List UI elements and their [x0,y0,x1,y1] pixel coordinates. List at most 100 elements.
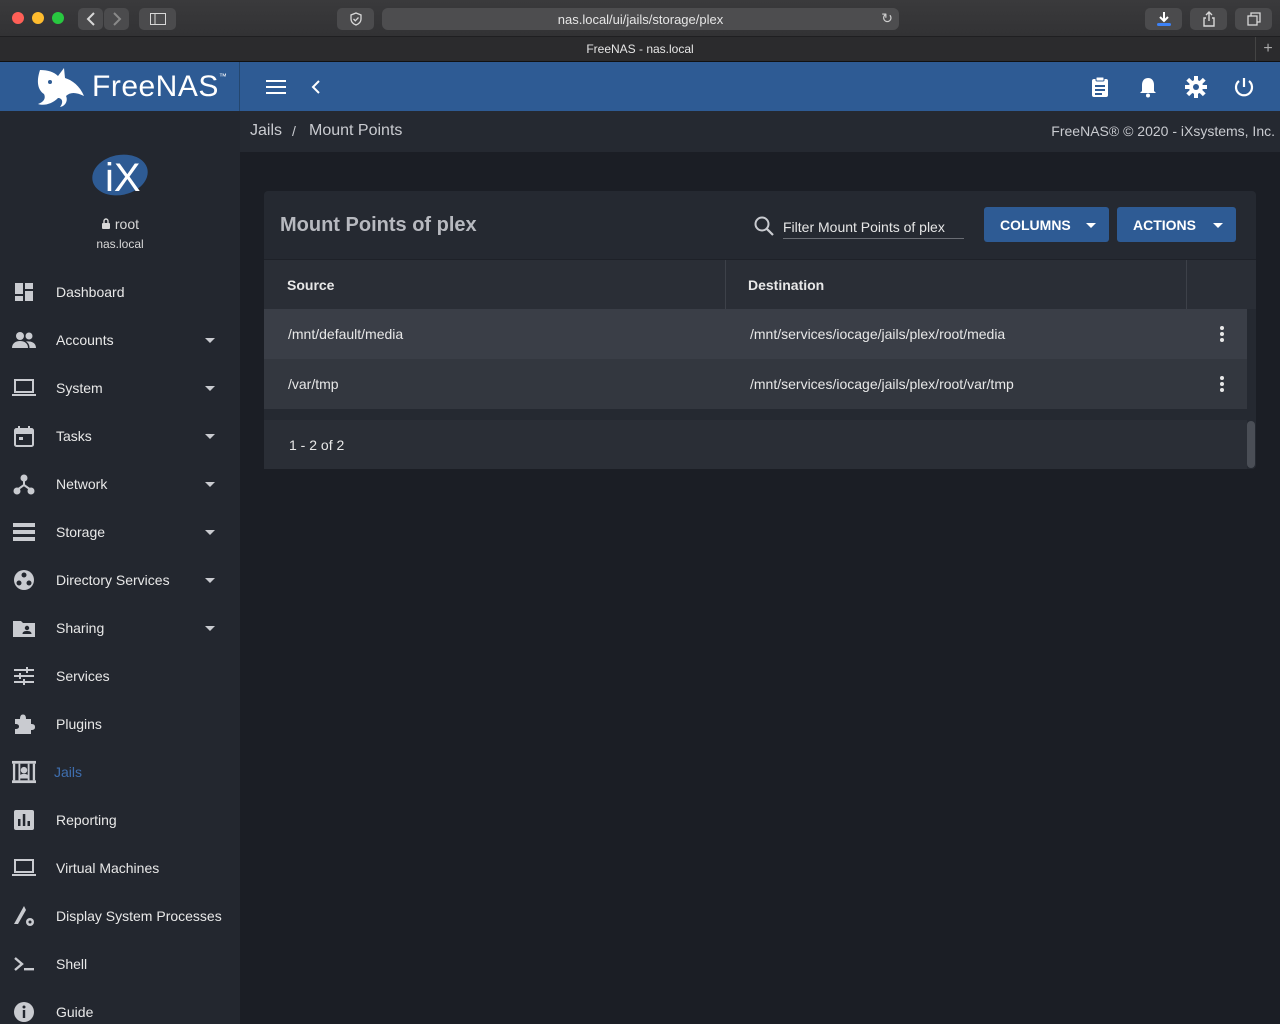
privacy-shield-button[interactable] [337,8,374,30]
caret-down-icon [1213,223,1223,228]
laptop-icon [12,376,36,400]
caret-down-icon [205,529,215,535]
column-divider[interactable] [1186,260,1187,310]
sidebar-item-label: Storage [56,524,106,540]
hostname: nas.local [96,237,144,251]
actions-button-label: ACTIONS [1133,216,1196,233]
power-button[interactable] [1233,76,1255,98]
username-text: root [114,216,139,232]
table-scrollbar[interactable] [1247,421,1255,468]
sidebar-item-network[interactable]: Network [0,460,240,508]
task-manager-button[interactable] [1089,76,1111,98]
address-bar[interactable]: nas.local/ui/jails/storage/plex ↻ [382,8,899,30]
back-button[interactable] [78,8,103,30]
menu-toggle-button[interactable] [265,76,287,98]
sidebar-item-tasks[interactable]: Tasks [0,412,240,460]
reload-icon[interactable]: ↻ [881,10,893,27]
alerts-button[interactable] [1137,76,1159,98]
sidebar-item-jails[interactable]: Jails [0,748,240,796]
sidebar-toggle-button[interactable] [139,8,176,30]
browser-tab-title[interactable]: FreeNAS - nas.local [586,42,693,56]
sidebar-item-label: Directory Services [56,572,170,588]
sidebar-item-label: Services [56,668,110,684]
trademark: ™ [218,72,227,81]
sidebar-item-dashboard[interactable]: Dashboard [0,268,240,316]
power-icon [1234,78,1254,97]
sidebar-item-sharing[interactable]: Sharing [0,604,240,652]
sidebar-item-label: Display System Processes [56,908,222,924]
sidebar-item-services[interactable]: Services [0,652,240,700]
column-divider[interactable] [725,260,726,310]
sidebar-item-label: System [56,380,103,396]
breadcrumb: Jails / Mount Points FreeNAS® © 2020 - i… [240,111,1280,152]
minimize-window-button[interactable] [32,12,44,24]
destination-cell: /mnt/services/iocage/jails/plex/root/var… [750,376,1014,392]
calendar-icon [12,424,36,448]
gear-icon [1185,76,1207,98]
tabs-overview-button[interactable] [1235,8,1272,30]
sidebar-item-label: Plugins [56,716,102,732]
forward-button[interactable] [104,8,129,30]
collapse-sidebar-button[interactable] [305,76,327,98]
breadcrumb-jails-link[interactable]: Jails [250,122,282,140]
table-row[interactable]: /mnt/default/media /mnt/services/iocage/… [264,309,1247,359]
column-header-source[interactable]: Source [287,260,334,310]
sidebar-item-virtual-machines[interactable]: Virtual Machines [0,844,240,892]
sidebar-item-label: Sharing [56,620,105,636]
sidebar-item-plugins[interactable]: Plugins [0,700,240,748]
caret-down-icon [205,577,215,583]
freenas-shark-icon [37,67,84,107]
search-icon [754,216,774,236]
sidebar-item-label: Jails [54,764,83,780]
row-actions-kebab-icon[interactable] [1217,374,1227,394]
laptop-icon [12,856,36,880]
sidebar-item-display-system-processes[interactable]: Display System Processes [0,892,240,940]
table-header: Source Destination [264,259,1256,310]
source-cell: /var/tmp [288,376,339,392]
info-icon [12,1000,36,1024]
copyright-text: FreeNAS® © 2020 - iXsystems, Inc. [1051,123,1275,139]
filter-input[interactable] [783,210,964,239]
dashboard-icon [12,280,36,304]
sidebar-item-label: Dashboard [56,284,125,300]
zoom-window-button[interactable] [52,12,64,24]
breadcrumb-separator: / [292,123,296,139]
storage-icon [12,520,36,544]
caret-down-icon [205,481,215,487]
accounts-icon [12,328,36,352]
username: root [0,216,240,232]
settings-button[interactable] [1185,76,1207,98]
processes-icon [12,904,36,928]
brand-name: FreeNAS [92,69,219,103]
columns-button-label: COLUMNS [1000,216,1071,233]
jail-icon [12,760,36,784]
sidebar-item-shell[interactable]: Shell [0,940,240,988]
column-header-destination[interactable]: Destination [748,260,824,310]
sidebar-item-directory-services[interactable]: Directory Services [0,556,240,604]
columns-button[interactable]: COLUMNS [984,207,1109,242]
row-actions-kebab-icon[interactable] [1217,324,1227,344]
freenas-logo[interactable]: FreeNAS ™ [0,62,240,111]
actions-button[interactable]: ACTIONS [1117,207,1236,242]
table-row[interactable]: /var/tmp /mnt/services/iocage/jails/plex… [264,359,1247,409]
folder-shared-icon [12,616,36,640]
sidebar-item-accounts[interactable]: Accounts [0,316,240,364]
pagination-summary: 1 - 2 of 2 [289,436,345,453]
table-footer: 1 - 2 of 2 [264,420,1247,469]
sidebar-item-guide[interactable]: Guide [0,988,240,1024]
sidebar-item-label: Guide [56,1004,94,1020]
sidebar-item-system[interactable]: System [0,364,240,412]
mount-points-card: Mount Points of plex COLUMNS ACTIONS Sou… [264,191,1256,469]
tabs-icon [1246,12,1261,26]
sidebar-item-label: Reporting [56,812,117,828]
lock-icon [101,218,110,229]
close-window-button[interactable] [12,12,24,24]
chevron-left-icon [86,12,95,26]
sidebar-item-storage[interactable]: Storage [0,508,240,556]
sidebar-item-reporting[interactable]: Reporting [0,796,240,844]
new-tab-button[interactable]: + [1255,37,1280,61]
sidebar: iX root nas.local Dashboard Accounts Sys… [0,111,240,1024]
destination-cell: /mnt/services/iocage/jails/plex/root/med… [750,326,1006,342]
share-button[interactable] [1190,8,1227,30]
downloads-button[interactable] [1145,8,1182,30]
